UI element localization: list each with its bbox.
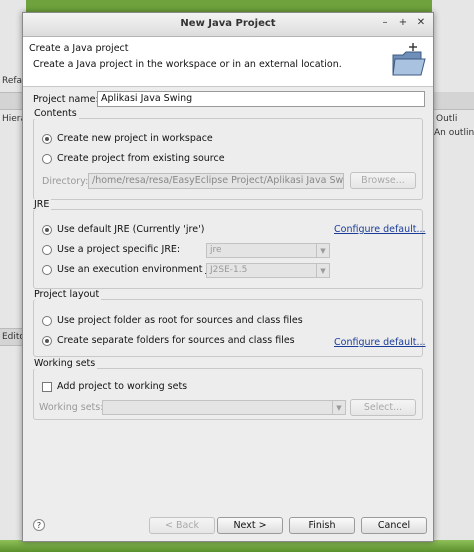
radio-label: Use a project specific JRE: xyxy=(57,244,181,255)
directory-label: Directory: xyxy=(42,176,89,187)
radio-indicator xyxy=(42,244,52,255)
wizard-description: Create a Java project in the workspace o… xyxy=(33,59,342,70)
directory-input[interactable]: /home/resa/resa/EasyEclipse Project/Apli… xyxy=(88,173,344,189)
project-layout-group: Project layout Use project folder as roo… xyxy=(32,289,426,357)
radio-from-existing-source[interactable]: Create project from existing source xyxy=(42,153,225,164)
radio-indicator xyxy=(42,133,52,144)
radio-default-jre[interactable]: Use default JRE (Currently 'jre') xyxy=(42,224,204,235)
execution-env-value: J2SE-1.5 xyxy=(210,265,248,275)
title-bar: New Java Project – + ✕ xyxy=(23,13,433,37)
radio-indicator xyxy=(42,224,52,235)
project-layout-group-title: Project layout xyxy=(32,289,102,300)
next-button[interactable]: Next > xyxy=(217,517,283,534)
contents-group: Contents Create new project in workspace… xyxy=(32,108,423,200)
radio-label: Create new project in workspace xyxy=(57,133,213,144)
configure-jre-link[interactable]: Configure default... xyxy=(334,224,426,235)
maximize-icon[interactable]: + xyxy=(397,17,409,28)
select-working-sets-button[interactable]: Select... xyxy=(350,399,416,416)
working-sets-select[interactable]: ▼ xyxy=(102,400,346,415)
radio-label: Create separate folders for sources and … xyxy=(57,335,295,346)
add-to-working-sets-checkbox[interactable]: Add project to working sets xyxy=(42,381,187,392)
jre-group: JRE Use default JRE (Currently 'jre') Co… xyxy=(32,199,426,289)
configure-layout-link[interactable]: Configure default... xyxy=(334,337,426,348)
bg-label-outline-text: An outline xyxy=(434,128,474,138)
working-sets-group-title: Working sets xyxy=(32,358,98,369)
minimize-icon[interactable]: – xyxy=(379,17,391,28)
new-java-project-dialog: New Java Project – + ✕ Create a Java pro… xyxy=(22,12,434,542)
radio-execution-env-jre[interactable]: Use an execution environment JRE: xyxy=(42,264,224,275)
bg-toolbar-right xyxy=(432,92,474,110)
wizard-title: Create a Java project xyxy=(29,43,129,54)
radio-project-specific-jre[interactable]: Use a project specific JRE: xyxy=(42,244,180,255)
back-button[interactable]: < Back xyxy=(149,517,215,534)
bg-label-outline: Outli xyxy=(436,114,458,124)
working-sets-label: Working sets: xyxy=(39,402,104,413)
specific-jre-select[interactable]: jre ▼ xyxy=(206,243,330,258)
cancel-button[interactable]: Cancel xyxy=(361,517,427,534)
radio-indicator xyxy=(42,264,52,275)
chevron-down-icon: ▼ xyxy=(332,401,345,414)
finish-button[interactable]: Finish xyxy=(289,517,355,534)
jre-group-title: JRE xyxy=(32,199,52,210)
background-right-panel: Outli An outline xyxy=(432,0,474,552)
radio-label: Create project from existing source xyxy=(57,153,225,164)
radio-create-new-project[interactable]: Create new project in workspace xyxy=(42,133,213,144)
radio-separate-folders[interactable]: Create separate folders for sources and … xyxy=(42,335,295,346)
radio-indicator xyxy=(42,153,52,164)
radio-label: Use default JRE (Currently 'jre') xyxy=(57,224,205,235)
radio-indicator xyxy=(42,335,52,346)
chevron-down-icon: ▼ xyxy=(316,264,329,277)
project-name-label: Project name: xyxy=(33,94,99,105)
checkbox-label: Add project to working sets xyxy=(57,381,188,392)
radio-label: Use project folder as root for sources a… xyxy=(57,315,303,326)
checkbox-indicator xyxy=(42,381,52,392)
help-icon[interactable]: ? xyxy=(33,519,45,531)
folder-java-icon xyxy=(392,43,426,76)
bg-label-refactor: Refa xyxy=(2,76,23,86)
execution-env-select[interactable]: J2SE-1.5 ▼ xyxy=(206,263,330,278)
radio-project-folder-root[interactable]: Use project folder as root for sources a… xyxy=(42,315,303,326)
close-icon[interactable]: ✕ xyxy=(415,17,427,28)
radio-indicator xyxy=(42,315,52,326)
radio-label: Use an execution environment JRE: xyxy=(57,264,225,275)
window-controls: – + ✕ xyxy=(379,17,427,28)
contents-group-title: Contents xyxy=(32,108,79,119)
wizard-header: Create a Java project Create a Java proj… xyxy=(23,37,433,87)
specific-jre-value: jre xyxy=(210,245,222,255)
browse-button[interactable]: Browse... xyxy=(350,172,416,189)
project-name-input[interactable]: Aplikasi Java Swing xyxy=(97,91,425,107)
window-title: New Java Project xyxy=(180,18,276,29)
chevron-down-icon: ▼ xyxy=(316,244,329,257)
working-sets-group: Working sets Add project to working sets… xyxy=(32,358,423,420)
